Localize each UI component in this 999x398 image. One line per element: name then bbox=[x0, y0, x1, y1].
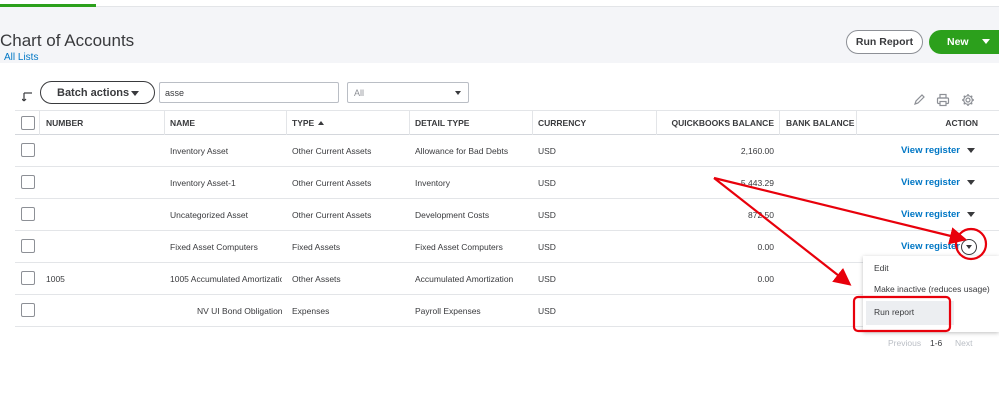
cell-quickbooks-balance: 0.00 bbox=[757, 241, 774, 252]
cell-currency: USD bbox=[538, 273, 556, 284]
cell-name: Inventory Asset bbox=[170, 145, 229, 156]
cell-name: Inventory Asset-1 bbox=[170, 177, 236, 188]
chevron-down-icon[interactable] bbox=[982, 39, 990, 44]
chevron-down-icon bbox=[455, 91, 461, 95]
row-action-menu: Edit Make inactive (reduces usage) Run r… bbox=[863, 256, 999, 332]
type-filter-select[interactable]: All bbox=[347, 82, 469, 103]
column-divider bbox=[164, 111, 165, 135]
cell-quickbooks-balance: 872.50 bbox=[748, 209, 774, 220]
row-checkbox[interactable] bbox=[21, 207, 35, 221]
cell-quickbooks-balance: 2,160.00 bbox=[740, 145, 774, 156]
column-header-bank-balance[interactable]: BANK BALANCE bbox=[786, 111, 854, 135]
cell-type: Other Current Assets bbox=[292, 145, 372, 156]
page-title: Chart of Accounts bbox=[0, 31, 135, 50]
column-header-type-label: TYPE bbox=[292, 118, 315, 128]
cell-quickbooks-balance: 0.00 bbox=[757, 273, 774, 284]
run-report-button[interactable]: Run Report bbox=[846, 30, 923, 54]
column-header-number[interactable]: NUMBER bbox=[46, 111, 83, 135]
table-row[interactable]: NV UI Bond Obligation Expenses Payroll E… bbox=[15, 295, 999, 327]
batch-actions-button[interactable]: Batch actions bbox=[40, 81, 155, 104]
batch-actions-label: Batch actions bbox=[57, 86, 130, 99]
cell-currency: USD bbox=[538, 145, 556, 156]
table-header: NUMBER NAME TYPE DETAIL TYPE CURRENCY QU… bbox=[15, 110, 999, 135]
type-filter-value: All bbox=[354, 87, 365, 98]
row-checkbox[interactable] bbox=[21, 271, 35, 285]
cell-type: Expenses bbox=[292, 305, 330, 316]
cell-name: NV UI Bond Obligation bbox=[197, 305, 282, 316]
view-register-link[interactable]: View register bbox=[901, 199, 960, 230]
print-icon[interactable] bbox=[936, 93, 950, 107]
cell-detail-type: Allowance for Bad Debts bbox=[415, 145, 509, 156]
column-divider bbox=[39, 111, 40, 135]
column-divider bbox=[532, 111, 533, 135]
row-checkbox[interactable] bbox=[21, 143, 35, 157]
cell-detail-type: Development Costs bbox=[415, 209, 490, 220]
cell-currency: USD bbox=[538, 209, 556, 220]
new-button[interactable]: New bbox=[929, 30, 999, 54]
all-lists-link[interactable]: All Lists bbox=[4, 52, 38, 63]
select-all-checkbox[interactable] bbox=[21, 116, 35, 130]
pagination-range: 1-6 bbox=[930, 338, 943, 348]
column-header-type[interactable]: TYPE bbox=[292, 111, 325, 135]
cell-number: 1005 bbox=[46, 273, 65, 284]
cell-detail-type: Fixed Asset Computers bbox=[415, 241, 503, 252]
cell-type: Fixed Assets bbox=[292, 241, 341, 252]
cell-currency: USD bbox=[538, 177, 556, 188]
collapse-icon[interactable] bbox=[22, 92, 34, 106]
cell-type: Other Current Assets bbox=[292, 177, 372, 188]
cell-quickbooks-balance bbox=[656, 295, 774, 326]
search-input[interactable] bbox=[159, 82, 339, 103]
row-checkbox[interactable] bbox=[21, 175, 35, 189]
pencil-icon[interactable] bbox=[912, 93, 926, 107]
cell-currency: USD bbox=[538, 305, 556, 316]
cell-type: Other Current Assets bbox=[292, 209, 372, 220]
table-row[interactable]: Fixed Asset Computers Fixed Assets Fixed… bbox=[15, 231, 999, 263]
pagination-previous[interactable]: Previous bbox=[888, 338, 921, 348]
column-divider bbox=[779, 111, 780, 135]
gear-icon[interactable] bbox=[961, 93, 975, 107]
table-row[interactable]: Inventory Asset-1 Other Current Assets I… bbox=[15, 167, 999, 199]
cell-detail-type: Accumulated Amortization bbox=[415, 273, 514, 284]
cell-currency: USD bbox=[538, 241, 556, 252]
view-register-link[interactable]: View register bbox=[901, 167, 960, 198]
table-row[interactable]: Inventory Asset Other Current Assets All… bbox=[15, 135, 999, 167]
view-register-link[interactable]: View register bbox=[901, 135, 960, 166]
table-row[interactable]: Uncategorized Asset Other Current Assets… bbox=[15, 199, 999, 231]
menu-item-make-inactive[interactable]: Make inactive (reduces usage) bbox=[874, 284, 990, 294]
column-header-currency[interactable]: CURRENCY bbox=[538, 111, 586, 135]
chevron-down-icon bbox=[131, 91, 139, 96]
pagination-next[interactable]: Next bbox=[955, 338, 972, 348]
column-header-detail-type[interactable]: DETAIL TYPE bbox=[415, 111, 469, 135]
chevron-down-icon[interactable] bbox=[967, 212, 975, 217]
column-divider bbox=[409, 111, 410, 135]
cell-type: Other Assets bbox=[292, 273, 341, 284]
page-header: Chart of Accounts All Lists Run Report N… bbox=[0, 7, 999, 63]
column-header-action: ACTION bbox=[945, 118, 978, 128]
cell-quickbooks-balance: 5,443.29 bbox=[740, 177, 774, 188]
column-header-name[interactable]: NAME bbox=[170, 111, 195, 135]
cell-name: 1005 Accumulated Amortization bbox=[170, 273, 282, 284]
chevron-down-icon[interactable] bbox=[961, 239, 977, 255]
column-divider bbox=[286, 111, 287, 135]
menu-item-run-report[interactable]: Run report bbox=[874, 307, 914, 317]
menu-item-edit[interactable]: Edit bbox=[874, 263, 889, 273]
row-checkbox[interactable] bbox=[21, 239, 35, 253]
cell-detail-type: Inventory bbox=[415, 177, 450, 188]
cell-name: Uncategorized Asset bbox=[170, 209, 248, 220]
new-button-label: New bbox=[947, 36, 969, 48]
table-row[interactable]: 1005 1005 Accumulated Amortization Other… bbox=[15, 263, 999, 295]
column-header-quickbooks-balance[interactable]: QUICKBOOKS BALANCE bbox=[656, 111, 774, 135]
chevron-down-icon[interactable] bbox=[967, 148, 975, 153]
cell-name: Fixed Asset Computers bbox=[170, 241, 258, 252]
row-checkbox[interactable] bbox=[21, 303, 35, 317]
chevron-down-icon[interactable] bbox=[967, 180, 975, 185]
sort-ascending-icon bbox=[318, 121, 325, 125]
cell-detail-type: Payroll Expenses bbox=[415, 305, 481, 316]
